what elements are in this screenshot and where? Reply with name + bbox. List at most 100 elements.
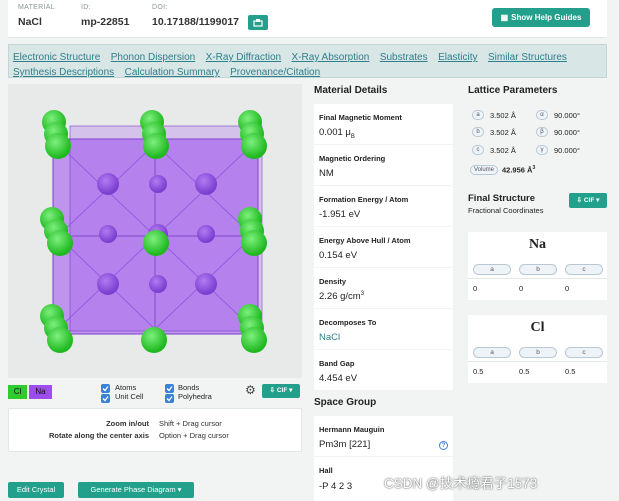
detail-value: NM [319, 168, 334, 179]
edit-crystal-button[interactable]: Edit Crystal [8, 482, 64, 498]
nav-elasticity[interactable]: Elasticity [438, 52, 477, 63]
lattice-length: 3.502 Å [490, 128, 516, 137]
download-icon: ⇩ [576, 197, 583, 204]
material-field: MATERIAL NaCl [18, 4, 55, 28]
lattice-length: 3.502 Å [490, 146, 516, 155]
crystal-structure-render[interactable] [8, 84, 302, 378]
nav-synthesis-descriptions[interactable]: Synthesis Descriptions [13, 67, 114, 78]
checkmark-icon [166, 386, 173, 392]
zoom-instruction: Zoom in/out Shift + Drag cursor [9, 419, 222, 428]
polyhedra-label: Polyhedra [178, 392, 212, 401]
id-label: ID: [81, 4, 91, 11]
robot-icon[interactable]: ⚙ [245, 383, 256, 397]
help-guides-button[interactable]: ▦ Show Help Guides [492, 8, 590, 27]
crystal-viewer[interactable] [8, 84, 302, 378]
detail-label: Magnetic Ordering [319, 154, 386, 163]
structure-cif-button[interactable]: ⇩ CIF ▾ [569, 193, 607, 208]
zoom-value: Shift + Drag cursor [159, 419, 222, 428]
nav-substrates[interactable]: Substrates [380, 52, 428, 63]
decomposes-to-link[interactable]: NaCl [319, 332, 340, 343]
clipboard-icon [253, 19, 263, 27]
page: MATERIAL NaCl ID: mp-22851 DOI: 10.17188… [0, 0, 619, 501]
checkmark-icon [102, 396, 109, 402]
detail-value: 0.154 eV [319, 250, 358, 261]
copy-doi-button[interactable] [248, 15, 268, 30]
lattice-row-a: a 3.502 Å α 90.000° [472, 110, 612, 122]
lattice-row-c: c 3.502 Å γ 90.000° [472, 145, 612, 157]
structure-cif-label: CIF [583, 197, 595, 204]
generate-phase-diagram-button[interactable]: Generate Phase Diagram ▾ [78, 482, 194, 498]
detail-card: Energy Above Hull / Atom 0.154 eV [314, 227, 453, 267]
lattice-angle: 90.000° [554, 111, 580, 120]
doi-value[interactable]: 10.17188/1199017 [152, 16, 239, 28]
coord-a: 0.5 [473, 367, 484, 376]
lattice-row-b: b 3.502 Å β 90.000° [472, 127, 612, 139]
detail-label: Decomposes To [319, 318, 377, 327]
nav-calculation-summary[interactable]: Calculation Summary [125, 67, 220, 78]
section-nav: Electronic Structure Phonon Dispersion X… [8, 44, 607, 78]
unit-cell-checkbox[interactable] [101, 394, 110, 403]
site-card-na: Na a b c 0 0 0 [468, 232, 607, 300]
lattice-length: 3.502 Å [490, 111, 516, 120]
coord-header-a: a [473, 264, 511, 275]
nav-provenance-citation[interactable]: Provenance/Citation [230, 67, 320, 78]
coord-c: 0 [565, 284, 570, 293]
coord-header-a: a [473, 347, 511, 358]
detail-label: Density [319, 277, 347, 286]
polyhedra-checkbox[interactable] [165, 394, 174, 403]
coord-header-c: c [565, 264, 603, 275]
rotate-key: Rotate along the center axis [48, 431, 149, 440]
material-value: NaCl [18, 16, 42, 28]
detail-card: Band Gap 4.454 eV [314, 350, 453, 390]
unit-cell-label: Unit Cell [115, 392, 144, 401]
space-group-card: Hermann Mauguin Pm3m [221] ? [314, 416, 453, 456]
lattice-angle: 90.000° [554, 146, 580, 155]
hall-value: -P 4 2 3 [319, 481, 353, 492]
lattice-angle: 90.000° [554, 128, 580, 137]
doi-field: DOI: 10.17188/1199017 [152, 4, 239, 28]
id-value[interactable]: mp-22851 [81, 16, 129, 28]
nav-similar-structures[interactable]: Similar Structures [488, 52, 567, 63]
space-group-title: Space Group [314, 397, 377, 408]
coord-header-c: c [565, 347, 603, 358]
divider [468, 361, 607, 362]
magnetic-moment-value: 0.001 μB [319, 127, 355, 140]
axis-pill: b [472, 127, 484, 137]
coord-b: 0 [519, 284, 524, 293]
atoms-checkbox[interactable] [101, 384, 110, 393]
id-field: ID: mp-22851 [81, 4, 129, 28]
info-icon[interactable]: ? [439, 441, 448, 450]
axis-pill: a [472, 110, 484, 120]
checkmark-icon [102, 386, 109, 392]
angle-pill: γ [536, 145, 548, 155]
material-label: MATERIAL [18, 4, 55, 11]
site-card-cl: Cl a b c 0.5 0.5 0.5 [468, 315, 607, 383]
coord-header-b: b [519, 264, 557, 275]
legend-cl: Cl [8, 385, 27, 399]
detail-value: -1.951 eV [319, 209, 361, 220]
atoms-label: Atoms [115, 383, 137, 392]
download-icon: ⇩ [269, 387, 276, 394]
volume-value: 42.956 Å3 [502, 165, 536, 175]
detail-label: Energy Above Hull / Atom [319, 236, 411, 245]
hermann-mauguin-label: Hermann Mauguin [319, 425, 385, 434]
checkmark-icon [166, 396, 173, 402]
viewer-cif-button[interactable]: ⇩ CIF ▾ [262, 384, 300, 398]
final-structure-subtitle: Fractional Coordinates [468, 206, 544, 215]
bonds-checkbox[interactable] [165, 384, 174, 393]
bottom-actions: Edit Crystal Generate Phase Diagram ▾ [8, 476, 302, 501]
viewer-cif-label: CIF [276, 387, 288, 394]
detail-label: Final Magnetic Moment [319, 113, 402, 122]
watermark: CSDN @技术瘾君子1573 [384, 476, 538, 491]
detail-card: Density 2.26 g/cm3 [314, 268, 453, 308]
coord-header-b: b [519, 347, 557, 358]
site-element: Na [528, 237, 547, 252]
detail-label: Band Gap [319, 359, 355, 368]
help-guides-label: Show Help Guides [511, 13, 582, 22]
nav-row-2: Synthesis Descriptions Calculation Summa… [13, 62, 602, 78]
angle-pill: β [536, 127, 548, 137]
lattice-parameters-title: Lattice Parameters [468, 85, 558, 96]
rotate-instruction: Rotate along the center axis Option + Dra… [9, 431, 229, 440]
detail-value: 4.454 eV [319, 373, 358, 384]
help-icon: ▦ [500, 13, 509, 22]
